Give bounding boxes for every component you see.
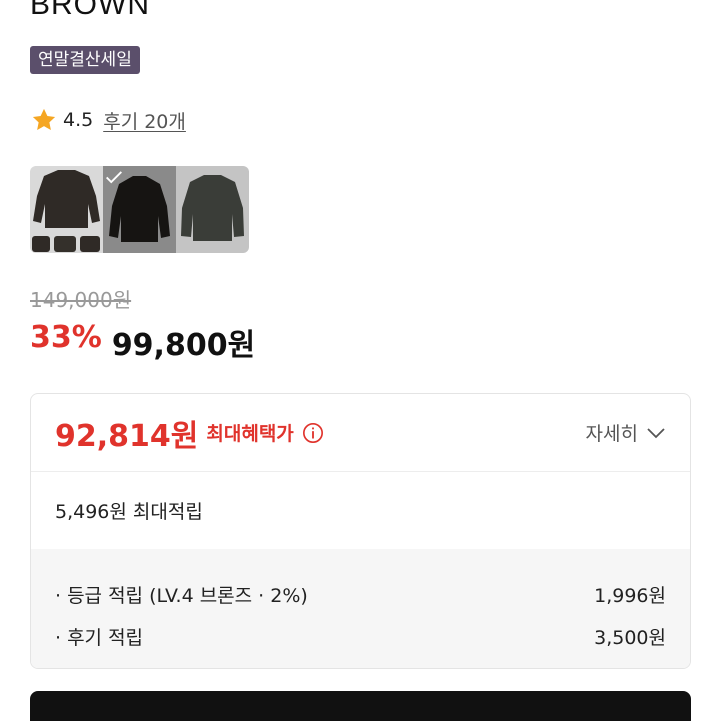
thumbnail-1[interactable] bbox=[30, 166, 103, 253]
rating-row: 4.5 후기 20개 bbox=[30, 104, 186, 136]
points-label: · 후기 적립 bbox=[55, 626, 144, 649]
info-icon[interactable] bbox=[302, 422, 324, 444]
jacket-image bbox=[32, 170, 100, 252]
points-row-grade: · 등급 적립 (LV.4 브론즈 · 2%) 1,996원 bbox=[55, 573, 666, 615]
details-toggle[interactable]: 자세히 bbox=[586, 419, 666, 446]
price-row: 33% 99,800원 bbox=[30, 320, 255, 364]
benefit-box: 92,814원 최대혜택가 자세히 5,496원 최대적립 · 등급 적립 (L… bbox=[30, 393, 691, 669]
sale-price: 99,800원 bbox=[111, 328, 256, 363]
purchase-button[interactable] bbox=[30, 691, 691, 721]
rating-score: 4.5 bbox=[63, 109, 94, 131]
jacket-image bbox=[181, 175, 244, 241]
discount-rate: 33% bbox=[30, 320, 102, 355]
points-breakdown: · 등급 적립 (LV.4 브론즈 · 2%) 1,996원 · 후기 적립 3… bbox=[31, 549, 690, 668]
reviews-link[interactable]: 후기 20개 bbox=[103, 107, 186, 134]
thumbnail-strip bbox=[30, 166, 249, 253]
star-icon bbox=[32, 108, 56, 131]
points-value: 1,996원 bbox=[594, 584, 666, 607]
original-price: 149,000원 bbox=[30, 288, 132, 312]
thumbnail-3[interactable] bbox=[176, 166, 249, 253]
chevron-down-icon bbox=[647, 427, 665, 438]
points-label: · 등급 적립 (LV.4 브론즈 · 2%) bbox=[55, 584, 308, 607]
points-row-review: · 후기 적립 3,500원 bbox=[55, 615, 666, 657]
check-icon bbox=[103, 166, 176, 253]
max-points: 5,496원 최대적립 bbox=[55, 501, 203, 523]
max-benefit-price: 92,814원 bbox=[55, 418, 199, 454]
details-label: 자세히 bbox=[585, 423, 638, 445]
sale-badge: 연말결산세일 bbox=[30, 46, 140, 74]
max-benefit-label: 최대혜택가 bbox=[206, 423, 294, 445]
points-value: 3,500원 bbox=[594, 626, 666, 649]
benefit-header: 92,814원 최대혜택가 자세히 bbox=[31, 394, 690, 472]
thumbnail-2[interactable] bbox=[103, 166, 176, 253]
brand-name: BROWN bbox=[30, 0, 150, 21]
